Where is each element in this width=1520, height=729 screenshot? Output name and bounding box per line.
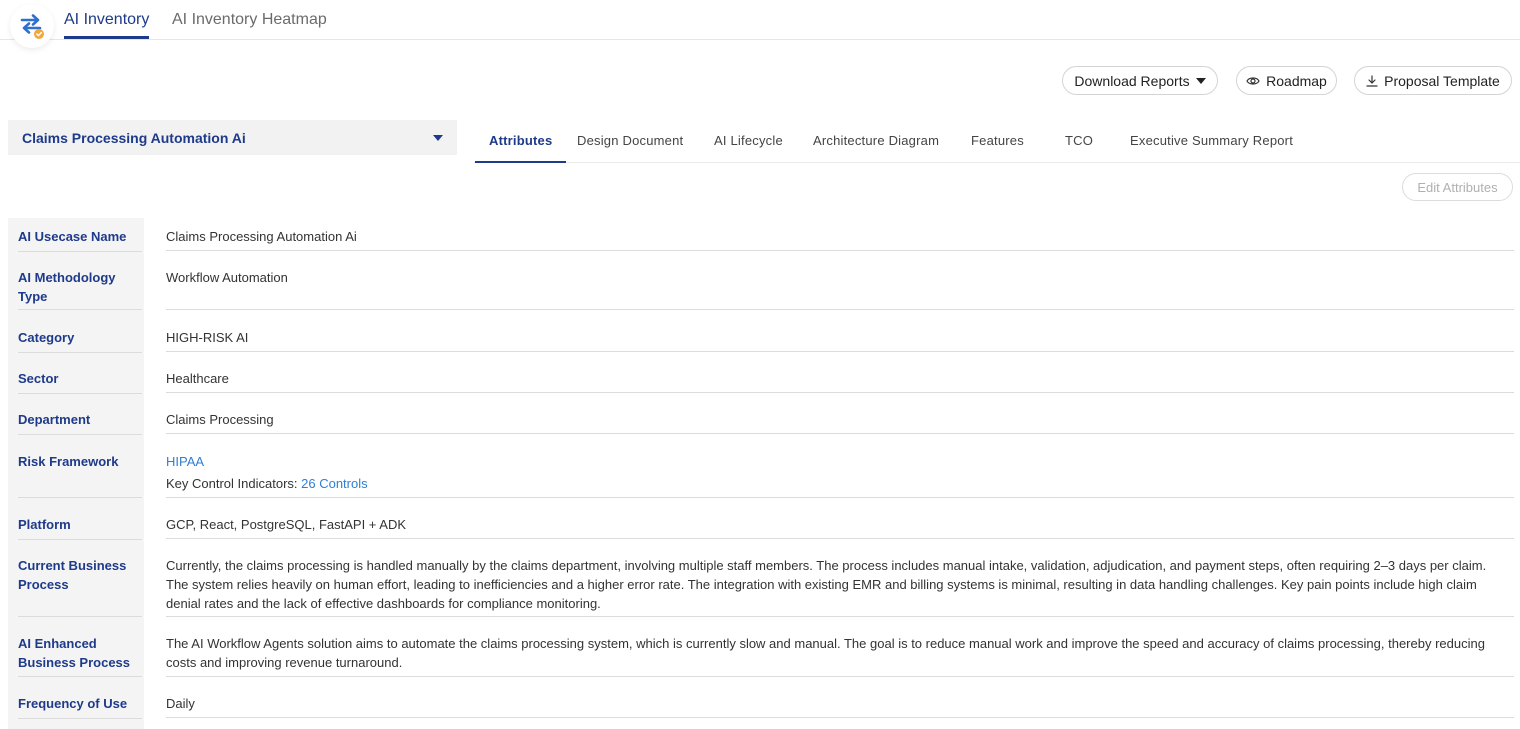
divider (166, 392, 1514, 393)
tab-tco[interactable]: TCO (1065, 133, 1093, 163)
attribute-label: AI Enhanced Business Process (18, 636, 131, 670)
caret-down-icon (433, 134, 443, 141)
attribute-label: AI Usecase Name (18, 229, 127, 244)
tab-features[interactable]: Features (971, 133, 1024, 163)
usecase-select-value: Claims Processing Automation Ai (22, 129, 246, 146)
download-reports-label: Download Reports (1074, 72, 1190, 89)
divider (18, 309, 142, 310)
nav-tab-ai-inventory-heatmap[interactable]: AI Inventory Heatmap (172, 11, 327, 39)
tab-attributes[interactable]: Attributes (475, 133, 567, 163)
divider (166, 676, 1514, 677)
roadmap-button[interactable]: Roadmap (1236, 66, 1337, 95)
divider (18, 352, 142, 353)
attribute-value: Claims Processing (166, 412, 274, 427)
caret-down-icon (1195, 77, 1206, 84)
download-reports-button[interactable]: Download Reports (1062, 66, 1218, 95)
divider (18, 393, 142, 394)
attribute-label: Current Business Process (18, 558, 127, 592)
hipaa-link[interactable]: HIPAA (166, 454, 204, 469)
divider (18, 539, 142, 540)
divider (18, 251, 142, 252)
divider (166, 497, 1514, 498)
divider (166, 351, 1514, 352)
proposal-template-label: Proposal Template (1384, 72, 1500, 89)
divider (166, 309, 1514, 310)
attribute-value: Workflow Automation (166, 270, 288, 285)
divider (18, 434, 142, 435)
usecase-select[interactable]: Claims Processing Automation Ai (8, 120, 457, 155)
nav-tab-ai-inventory[interactable]: AI Inventory (64, 11, 150, 39)
attribute-value: Claims Processing Automation Ai (166, 229, 357, 244)
divider (18, 497, 142, 498)
kci-label: Key Control Indicators: (166, 476, 302, 491)
attribute-value: HIGH-RISK AI (166, 330, 249, 345)
divider (166, 717, 1514, 718)
attribute-label: Sector (18, 371, 59, 386)
download-icon (1366, 74, 1378, 87)
divider (166, 538, 1514, 539)
divider (166, 616, 1514, 617)
divider (166, 433, 1514, 434)
app-logo[interactable] (10, 4, 54, 48)
attribute-label: Platform (18, 517, 71, 532)
attribute-value: Daily (166, 696, 195, 711)
tab-ai-lifecycle[interactable]: AI Lifecycle (714, 133, 783, 163)
eye-icon (1246, 76, 1260, 85)
edit-attributes-button[interactable]: Edit Attributes (1402, 173, 1513, 201)
attribute-value: The AI Workflow Agents solution aims to … (166, 636, 1485, 670)
divider (18, 676, 142, 677)
sync-arrows-logo-icon (20, 14, 44, 39)
divider (18, 616, 142, 617)
tab-executive-summary-report[interactable]: Executive Summary Report (1130, 133, 1293, 163)
controls-link[interactable]: 26 Controls (301, 476, 367, 491)
attribute-label: Frequency of Use (18, 696, 128, 711)
attribute-value: Currently, the claims processing is hand… (166, 558, 1487, 611)
attribute-label: Risk Framework (18, 454, 119, 469)
roadmap-label: Roadmap (1266, 72, 1327, 89)
attribute-value: HIPAA Key Control Indicators: 26 Control… (166, 452, 1496, 493)
tab-design-document[interactable]: Design Document (577, 133, 683, 163)
proposal-template-button[interactable]: Proposal Template (1354, 66, 1512, 95)
tab-architecture-diagram[interactable]: Architecture Diagram (813, 133, 939, 163)
attribute-value: GCP, React, PostgreSQL, FastAPI + ADK (166, 517, 407, 532)
attribute-label: Department (18, 412, 91, 427)
attribute-label: AI Methodology Type (18, 270, 116, 304)
top-navigation: AI Inventory AI Inventory Heatmap (0, 0, 1520, 48)
divider (18, 718, 142, 719)
divider (166, 250, 1514, 251)
attribute-value: Healthcare (166, 371, 229, 386)
attribute-label: Category (18, 330, 75, 345)
